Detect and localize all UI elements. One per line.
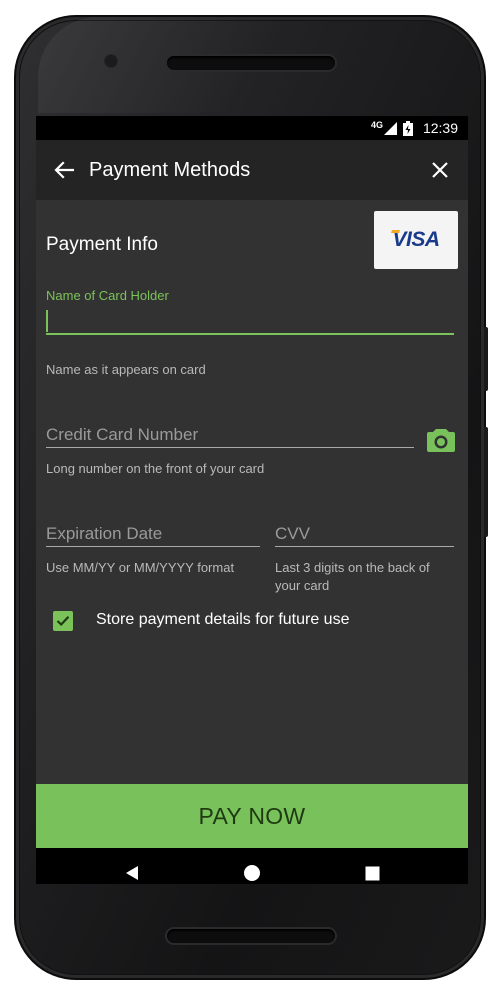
power-button <box>484 327 488 391</box>
card-holder-input[interactable] <box>46 306 454 334</box>
phone-frame: 4G 12:39 Payment Methods Payment Info VI… <box>14 15 488 980</box>
clock: 12:39 <box>422 120 458 136</box>
square-recents-icon[interactable] <box>365 866 380 881</box>
camera-icon <box>427 429 455 452</box>
page-title: Payment Methods <box>89 158 251 181</box>
expiration-date-input[interactable]: Expiration Date <box>46 524 162 544</box>
signal-icon <box>383 121 397 135</box>
card-brand-logo: VISA <box>374 211 458 269</box>
network-type: 4G <box>370 120 383 130</box>
card-holder-underline <box>46 333 454 335</box>
expiration-helper: Use MM/YY or MM/YYYY format <box>46 560 235 575</box>
arrow-left-icon <box>54 161 74 179</box>
circle-home-icon[interactable] <box>243 864 261 882</box>
bottom-speaker <box>167 929 335 943</box>
top-speaker <box>167 56 335 70</box>
section-title: Payment Info <box>46 234 158 255</box>
store-details-label: Store payment details for future use <box>96 611 350 628</box>
card-holder-label: Name of Card Holder <box>46 288 169 303</box>
card-number-helper: Long number on the front of your card <box>46 461 265 476</box>
status-bar: 4G 12:39 <box>36 116 468 140</box>
cvv-input[interactable]: CVV <box>275 524 310 544</box>
card-number-underline <box>46 447 414 448</box>
card-number-input[interactable]: Credit Card Number <box>46 425 198 445</box>
front-camera <box>105 55 117 67</box>
card-holder-helper: Name as it appears on card <box>46 362 206 377</box>
volume-button <box>484 427 488 537</box>
back-button[interactable] <box>36 161 92 179</box>
close-button[interactable] <box>412 162 468 178</box>
store-details-checkbox[interactable] <box>53 611 73 631</box>
scan-card-button[interactable] <box>425 426 457 454</box>
app-bar: Payment Methods <box>36 140 468 200</box>
cvv-helper: Last 3 digits on the back of your card <box>275 560 430 593</box>
triangle-back-icon[interactable] <box>124 865 140 881</box>
checkmark-icon <box>56 616 70 627</box>
cvv-underline <box>275 546 454 547</box>
close-icon <box>432 162 448 178</box>
battery-icon <box>402 120 413 136</box>
pay-now-button[interactable]: PAY NOW <box>36 784 468 848</box>
expiration-underline <box>46 546 260 547</box>
system-nav-bar <box>36 848 468 884</box>
screen: 4G 12:39 Payment Methods Payment Info VI… <box>36 116 468 884</box>
visa-logo: VISA <box>390 228 440 252</box>
